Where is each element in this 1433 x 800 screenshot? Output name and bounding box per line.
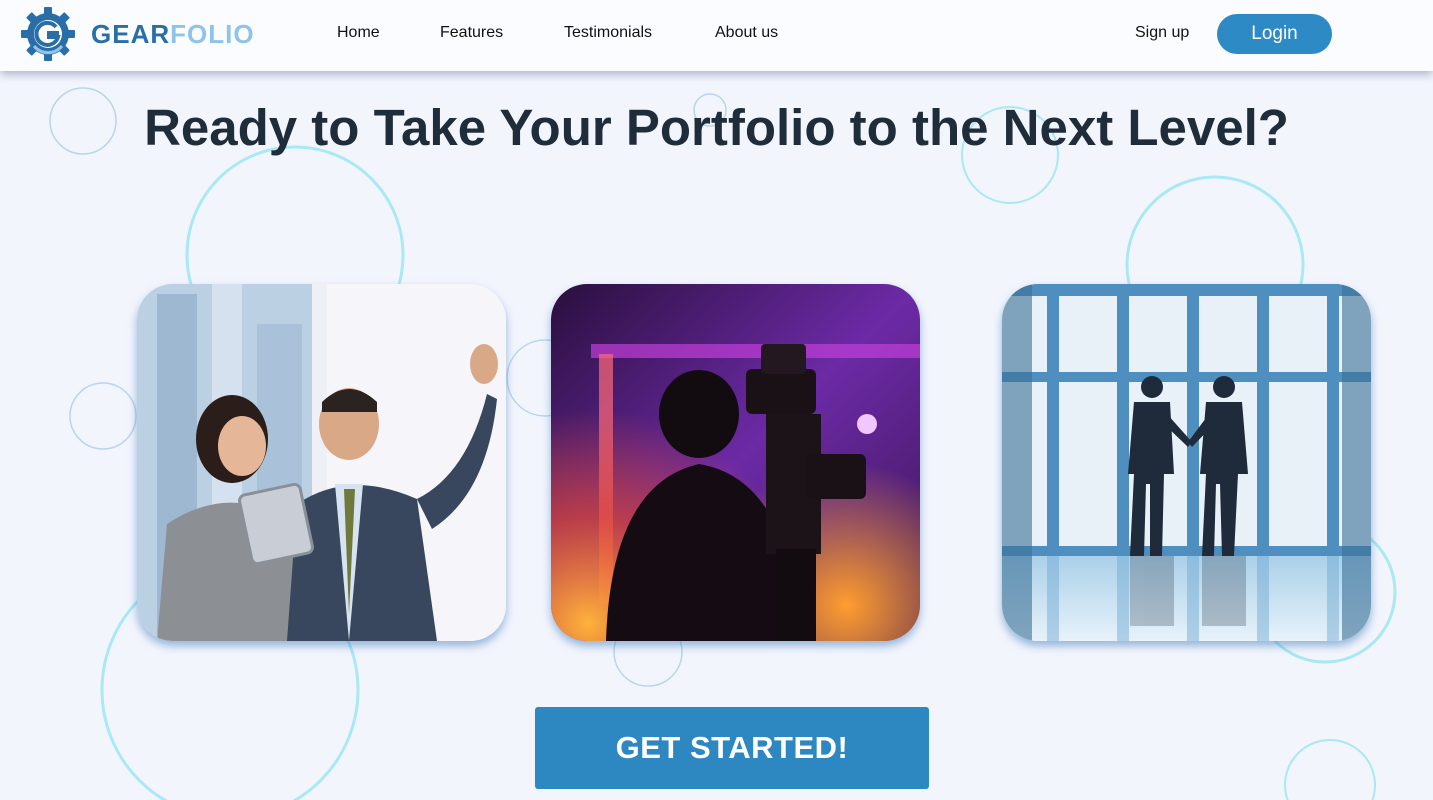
nav-about-us[interactable]: About us <box>715 24 778 42</box>
photo-illustration <box>551 284 920 641</box>
photo-illustration <box>1002 284 1371 641</box>
login-button[interactable]: Login <box>1217 14 1332 54</box>
photo-illustration <box>137 284 506 641</box>
nav-testimonials[interactable]: Testimonials <box>564 24 652 42</box>
brand-name-part2: FOLIO <box>170 18 255 49</box>
celebrating-business-people-photo <box>137 284 506 641</box>
brand-logo[interactable]: GEARFOLIO <box>20 6 255 62</box>
get-started-button[interactable]: GET STARTED! <box>535 707 929 789</box>
handshake-silhouette-photo <box>1002 284 1371 641</box>
signup-link[interactable]: Sign up <box>1135 24 1189 42</box>
hero-headline: Ready to Take Your Portfolio to the Next… <box>144 99 1289 156</box>
site-header: GEARFOLIO Home Features Testimonials Abo… <box>0 0 1433 71</box>
camera-operator-photo <box>551 284 920 641</box>
nav-home[interactable]: Home <box>337 24 380 42</box>
gear-g-icon <box>21 7 75 61</box>
brand-name-part1: GEAR <box>91 18 171 49</box>
nav-features[interactable]: Features <box>440 24 503 42</box>
brand-name: GEARFOLIO <box>91 19 255 50</box>
